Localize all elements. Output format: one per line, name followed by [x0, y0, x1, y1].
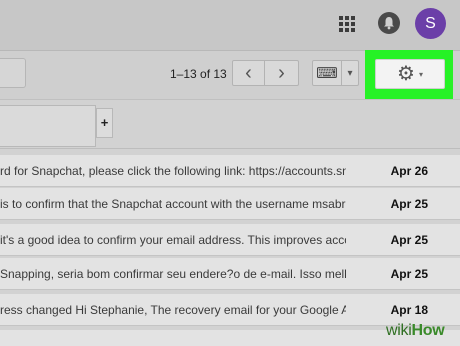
email-date: Apr 25	[390, 197, 428, 211]
chevron-right-icon: ›	[278, 62, 285, 84]
category-tabs	[0, 105, 460, 147]
email-snippet: Snapping, seria bom confirmar seu endere…	[0, 267, 346, 281]
settings-button[interactable]: ⚙ ▾	[375, 59, 445, 89]
email-row[interactable]: is to confirm that the Snapchat account …	[0, 188, 460, 220]
email-date: Apr 25	[390, 233, 428, 247]
input-tools-button[interactable]: ⌨	[312, 60, 342, 86]
top-header: S	[0, 0, 460, 50]
notifications-bell-icon[interactable]	[378, 12, 400, 34]
chevron-left-icon: ‹	[245, 62, 252, 84]
list-divider	[0, 148, 460, 149]
toolbar-divider	[0, 99, 460, 100]
email-snippet: it's a good idea to confirm your email a…	[0, 233, 346, 247]
tab-primary[interactable]	[0, 105, 96, 147]
older-page-button[interactable]: ›	[265, 60, 299, 86]
apps-grid-icon[interactable]	[339, 16, 355, 32]
email-snippet: is to confirm that the Snapchat account …	[0, 197, 346, 211]
email-row[interactable]: it's a good idea to confirm your email a…	[0, 224, 460, 256]
chevron-down-icon: ▾	[418, 69, 423, 79]
email-date: Apr 26	[390, 164, 428, 178]
pagination-count: 1–13 of 13	[170, 67, 227, 81]
watermark-how: How	[411, 322, 445, 339]
watermark-wiki: wiki	[386, 322, 412, 339]
email-snippet	[0, 339, 346, 346]
input-tools-dropdown[interactable]: ▾	[342, 60, 359, 86]
email-date: Apr 18	[390, 303, 428, 317]
email-row[interactable]: Snapping, seria bom confirmar seu endere…	[0, 258, 460, 290]
email-row[interactable]: rd for Snapchat, please click the follow…	[0, 155, 460, 187]
gear-icon: ⚙	[397, 63, 415, 85]
keyboard-icon: ⌨	[316, 64, 338, 82]
select-checkbox-button[interactable]	[0, 58, 26, 88]
wikihow-watermark: wikiHow	[386, 322, 445, 340]
newer-page-button[interactable]: ‹	[232, 60, 265, 86]
chevron-down-icon: ▾	[347, 67, 353, 79]
account-avatar[interactable]: S	[415, 8, 446, 39]
add-tab-button[interactable]: +	[96, 108, 113, 138]
email-snippet: rd for Snapchat, please click the follow…	[0, 164, 346, 178]
email-date: Apr 25	[390, 267, 428, 281]
email-snippet: ress changed Hi Stephanie, The recovery …	[0, 303, 346, 317]
